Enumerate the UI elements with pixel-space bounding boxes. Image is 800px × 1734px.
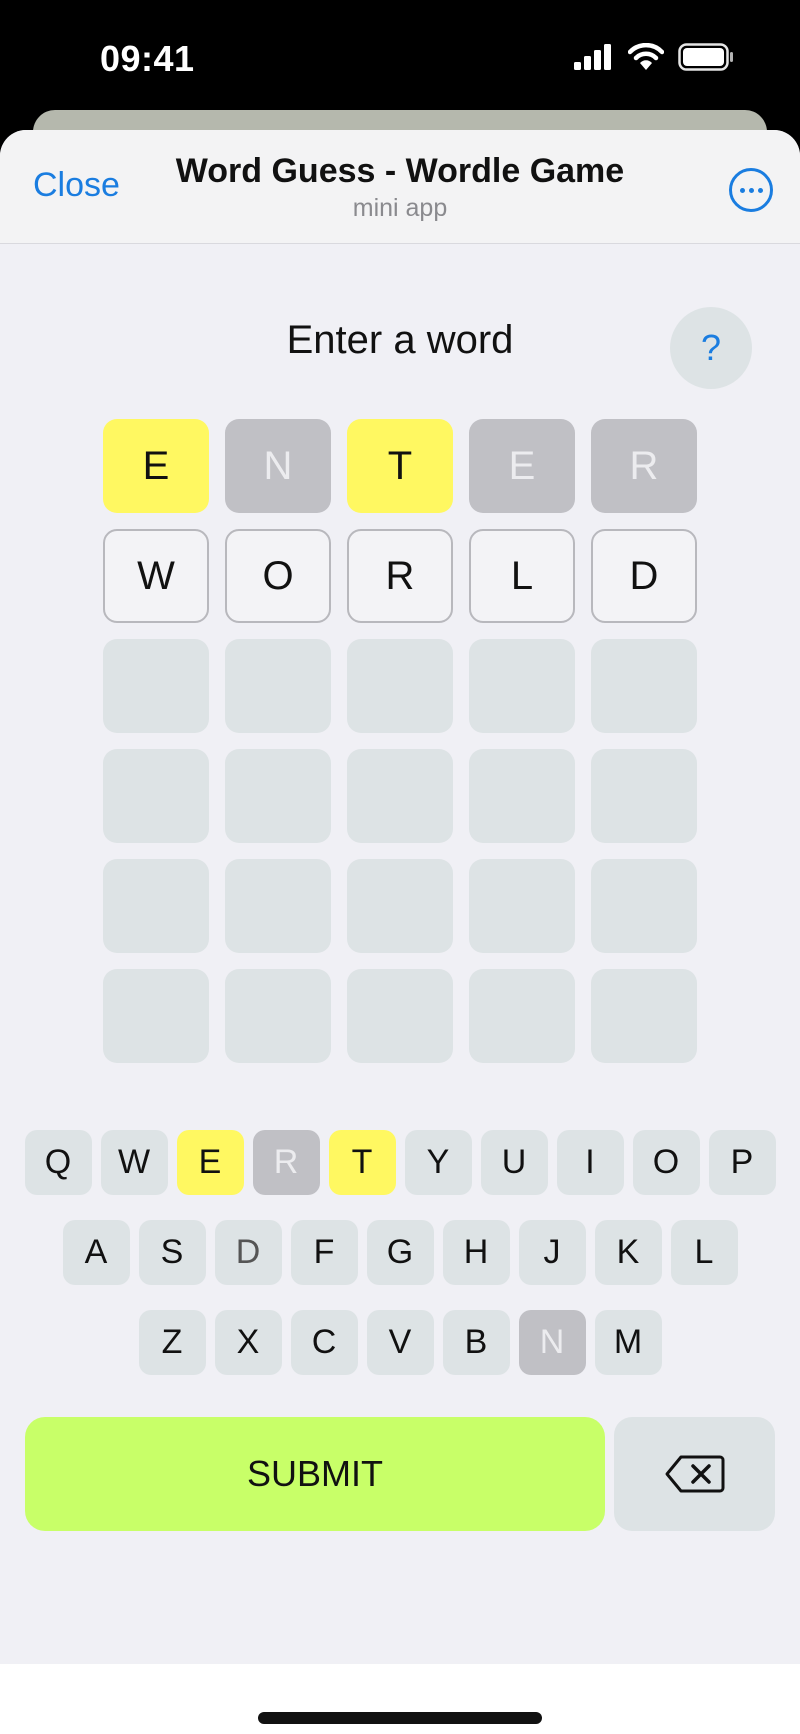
board-tile: E — [103, 419, 209, 513]
key-b[interactable]: B — [442, 1310, 510, 1375]
nav-header: Close Word Guess - Wordle Game mini app — [0, 130, 800, 244]
more-dot-icon — [757, 187, 763, 193]
backspace-icon — [665, 1455, 724, 1493]
key-c[interactable]: C — [290, 1310, 358, 1375]
board-tile: T — [347, 419, 453, 513]
mini-app-sheet: Close Word Guess - Wordle Game mini app … — [0, 130, 800, 1734]
key-u[interactable]: U — [480, 1130, 548, 1195]
status-icons — [574, 42, 734, 72]
wifi-icon — [628, 43, 664, 70]
key-a[interactable]: A — [62, 1220, 130, 1285]
key-f[interactable]: F — [290, 1220, 358, 1285]
letter-keyboard: QWERTYUIOP ASDFGHJKL ZXCVBNM — [0, 1130, 800, 1400]
key-v[interactable]: V — [366, 1310, 434, 1375]
status-time: 09:41 — [100, 38, 195, 79]
keyboard-row: QWERTYUIOP — [0, 1130, 800, 1195]
app-title: Word Guess - Wordle Game — [175, 152, 625, 190]
keyboard-row: ASDFGHJKL — [0, 1220, 800, 1285]
key-t[interactable]: T — [328, 1130, 396, 1195]
key-d[interactable]: D — [214, 1220, 282, 1285]
board-tile — [225, 639, 331, 733]
key-p[interactable]: P — [708, 1130, 776, 1195]
board-tile: L — [469, 529, 575, 623]
key-o[interactable]: O — [632, 1130, 700, 1195]
board-tile — [469, 639, 575, 733]
battery-icon — [678, 43, 733, 71]
board-tile — [591, 749, 697, 843]
board-tile — [225, 749, 331, 843]
key-y[interactable]: Y — [404, 1130, 472, 1195]
board-tile — [347, 639, 453, 733]
key-i[interactable]: I — [556, 1130, 624, 1195]
board-tile: W — [103, 529, 209, 623]
board-tile: O — [225, 529, 331, 623]
more-dot-icon — [739, 187, 745, 193]
key-n[interactable]: N — [518, 1310, 586, 1375]
key-h[interactable]: H — [442, 1220, 510, 1285]
submit-button[interactable]: SUBMIT — [25, 1417, 605, 1531]
key-z[interactable]: Z — [138, 1310, 206, 1375]
board-tile — [103, 639, 209, 733]
game-board: ENTERWORLD — [103, 419, 697, 1079]
board-tile — [591, 859, 697, 953]
board-row — [103, 639, 697, 733]
key-g[interactable]: G — [366, 1220, 434, 1285]
key-m[interactable]: M — [594, 1310, 662, 1375]
cellular-signal-icon — [574, 44, 611, 70]
board-tile — [347, 969, 453, 1063]
key-s[interactable]: S — [138, 1220, 206, 1285]
board-tile — [225, 969, 331, 1063]
app-subtitle: mini app — [352, 194, 448, 222]
key-k[interactable]: K — [594, 1220, 662, 1285]
home-indicator — [258, 1712, 542, 1724]
board-tile: D — [591, 529, 697, 623]
key-q[interactable]: Q — [24, 1130, 92, 1195]
board-tile — [347, 859, 453, 953]
board-row: ENTER — [103, 419, 697, 513]
more-dot-icon — [748, 187, 754, 193]
board-tile — [469, 859, 575, 953]
board-tile — [469, 749, 575, 843]
key-r[interactable]: R — [252, 1130, 320, 1195]
more-options-button[interactable] — [729, 168, 773, 212]
key-j[interactable]: J — [518, 1220, 586, 1285]
board-tile — [225, 859, 331, 953]
key-w[interactable]: W — [100, 1130, 168, 1195]
board-tile — [469, 969, 575, 1063]
board-tile: E — [469, 419, 575, 513]
board-tile — [591, 969, 697, 1063]
keyboard-row: ZXCVBNM — [0, 1310, 800, 1375]
board-tile: R — [591, 419, 697, 513]
board-tile — [103, 969, 209, 1063]
board-row — [103, 749, 697, 843]
board-tile: N — [225, 419, 331, 513]
board-tile — [591, 639, 697, 733]
key-x[interactable]: X — [214, 1310, 282, 1375]
board-tile — [103, 859, 209, 953]
board-tile — [103, 749, 209, 843]
board-tile: R — [347, 529, 453, 623]
board-row — [103, 859, 697, 953]
key-l[interactable]: L — [670, 1220, 738, 1285]
help-button[interactable]: ? — [670, 307, 752, 389]
key-e[interactable]: E — [176, 1130, 244, 1195]
status-bar: 09:41 — [0, 0, 800, 118]
board-row: WORLD — [103, 529, 697, 623]
board-tile — [347, 749, 453, 843]
board-row — [103, 969, 697, 1063]
backspace-button[interactable] — [614, 1417, 775, 1531]
